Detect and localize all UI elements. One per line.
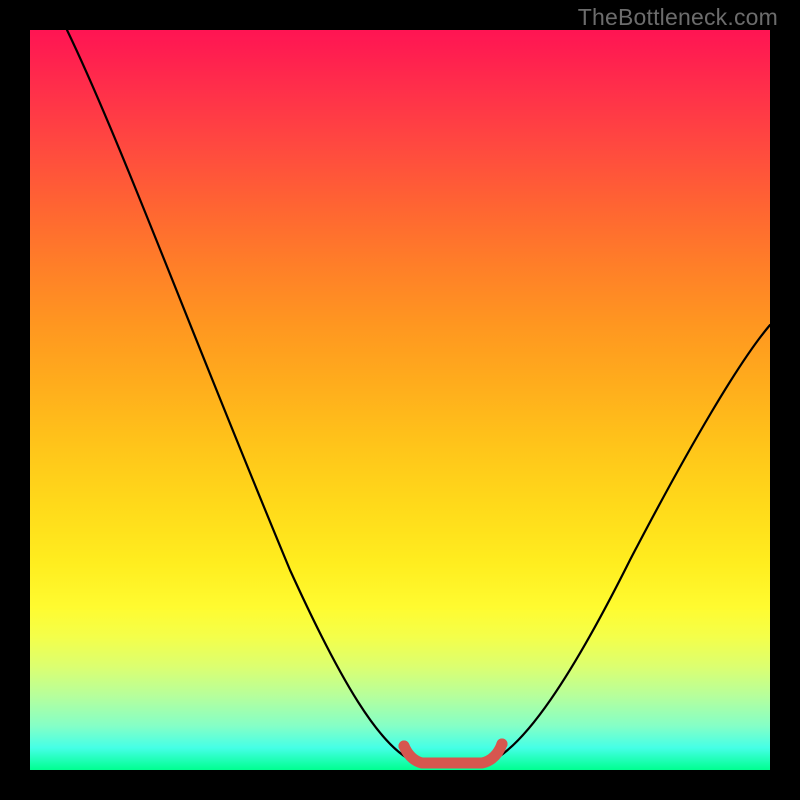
- bottom-marker-dot-right: [497, 739, 508, 750]
- watermark-text: TheBottleneck.com: [578, 4, 778, 31]
- plot-area: [30, 30, 770, 770]
- bottom-marker-dot-left: [399, 741, 410, 752]
- curve-layer: [30, 30, 770, 770]
- bottom-marker: [404, 744, 502, 763]
- chart-frame: TheBottleneck.com: [0, 0, 800, 800]
- bottleneck-curve: [67, 30, 770, 762]
